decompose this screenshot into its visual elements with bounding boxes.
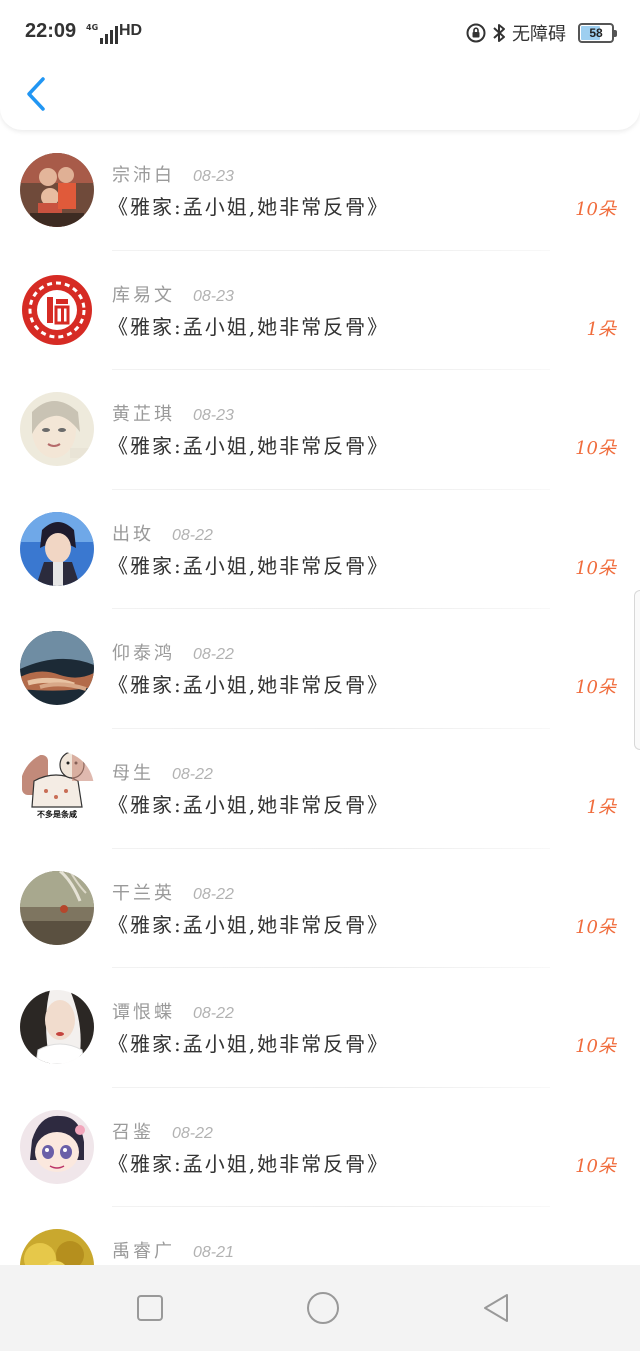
battery-level: 58 (589, 26, 603, 40)
list-item[interactable]: 黄芷琪 08-23 《雅家:孟小姐,她非常反骨》 10朵 (0, 370, 640, 490)
reward-amount: 1朵 (586, 796, 616, 818)
avatar[interactable] (20, 153, 94, 227)
circle-icon (307, 1292, 339, 1324)
book-title: 《雅家:孟小姐,她非常反骨》 (108, 1032, 390, 1057)
avatar[interactable] (20, 1109, 94, 1184)
reward-amount: 10朵 (575, 199, 616, 220)
avatar-caption: 不多是条咸 (37, 809, 77, 819)
avatar[interactable] (20, 1229, 94, 1265)
book-title: 《雅家:孟小姐,她非常反骨》 (108, 553, 390, 578)
signal-bars-icon (100, 26, 119, 44)
book-title: 《雅家:孟小姐,她非常反骨》 (108, 673, 390, 698)
avatar[interactable] (20, 870, 94, 945)
bluetooth-icon (493, 24, 505, 42)
book-title: 《雅家:孟小姐,她非常反骨》 (108, 434, 390, 459)
book-title: 《雅家:孟小姐,她非常反骨》 (108, 1151, 390, 1176)
reward-amount: 10朵 (575, 438, 616, 460)
reward-list[interactable]: 宗沛白 08-23 《雅家:孟小姐,她非常反骨》 10朵 库易文 08-23 《… (0, 131, 640, 1265)
triangle-back-icon (484, 1294, 508, 1322)
sender-name: 出玫 (112, 523, 154, 545)
chevron-left-icon (27, 77, 45, 111)
reward-amount: 10朵 (575, 916, 616, 938)
system-back-button[interactable] (474, 1286, 518, 1330)
reward-amount: 10朵 (575, 1036, 616, 1058)
battery-indicator: 58 (578, 23, 617, 43)
status-right-group: 无障碍 58 (466, 20, 617, 46)
reward-date: 08-22 (172, 765, 213, 783)
avatar[interactable] (20, 990, 94, 1065)
avatar[interactable]: 不多是条咸 (20, 750, 94, 825)
reward-date: 08-21 (193, 1244, 234, 1262)
avatar[interactable] (20, 511, 94, 586)
square-icon (137, 1295, 163, 1321)
hd-label: HD (119, 22, 143, 39)
recent-apps-button[interactable] (128, 1286, 172, 1330)
back-button[interactable] (14, 72, 58, 116)
list-item[interactable]: 不多是条咸 母生 08-22 《雅家:孟小姐,她非常反骨》 1朵 (0, 729, 640, 849)
network-type: 4G (86, 23, 99, 32)
sender-name: 仰泰鸿 (112, 643, 175, 665)
reward-date: 08-23 (193, 168, 234, 185)
list-item[interactable]: 干兰英 08-22 《雅家:孟小姐,她非常反骨》 10朵 (0, 849, 640, 969)
book-title: 《雅家:孟小姐,她非常反骨》 (108, 195, 390, 219)
sender-name: 禹睿广 (112, 1241, 175, 1263)
reward-amount: 10朵 (575, 557, 616, 579)
sender-name: 召鉴 (112, 1121, 154, 1143)
home-button[interactable] (301, 1286, 345, 1330)
avatar[interactable] (20, 272, 94, 347)
reward-date: 08-22 (193, 1005, 234, 1023)
sender-name: 谭恨蝶 (112, 1002, 175, 1024)
sender-name: 母生 (112, 762, 154, 784)
sender-name: 黄芷琪 (112, 404, 175, 426)
sender-name: 库易文 (112, 284, 175, 306)
reward-date: 08-22 (172, 526, 213, 544)
reward-date: 08-22 (193, 885, 234, 903)
book-title: 《雅家:孟小姐,她非常反骨》 (108, 912, 390, 937)
list-item[interactable]: 宗沛白 08-23 《雅家:孟小姐,她非常反骨》 10朵 (0, 131, 640, 251)
list-item[interactable]: 仰泰鸿 08-22 《雅家:孟小姐,她非常反骨》 10朵 (0, 609, 640, 729)
reward-date: 08-23 (193, 287, 234, 305)
avatar[interactable] (20, 392, 94, 467)
status-time: 22:09 (25, 20, 77, 42)
list-item[interactable]: 谭恨蝶 08-22 《雅家:孟小姐,她非常反骨》 10朵 (0, 968, 640, 1088)
reward-date: 08-22 (172, 1124, 213, 1142)
list-item[interactable]: 禹睿广 08-21 (0, 1207, 640, 1265)
list-item[interactable]: 库易文 08-23 《雅家:孟小姐,她非常反骨》 1朵 (0, 251, 640, 371)
accessibility-label: 无障碍 (512, 24, 566, 45)
reward-amount: 10朵 (575, 1155, 616, 1177)
reward-date: 08-22 (193, 646, 234, 664)
book-title: 《雅家:孟小姐,她非常反骨》 (108, 792, 390, 817)
reward-date: 08-23 (193, 407, 234, 425)
book-title: 《雅家:孟小姐,她非常反骨》 (108, 314, 390, 339)
avatar[interactable] (20, 631, 94, 706)
status-bar: 22:09 4G HD 无障碍 58 (0, 0, 640, 64)
signal-indicator: 4G (86, 20, 119, 44)
scroll-handle[interactable] (634, 590, 640, 750)
lock-rotation-icon (466, 23, 486, 43)
sender-name: 干兰英 (112, 882, 175, 904)
list-item[interactable]: 召鉴 08-22 《雅家:孟小姐,她非常反骨》 10朵 (0, 1088, 640, 1208)
system-nav-bar (0, 1265, 640, 1351)
sender-name: 宗沛白 (112, 165, 175, 186)
reward-amount: 1朵 (586, 318, 616, 340)
list-item[interactable]: 出玫 08-22 《雅家:孟小姐,她非常反骨》 10朵 (0, 490, 640, 610)
reward-amount: 10朵 (575, 677, 616, 699)
